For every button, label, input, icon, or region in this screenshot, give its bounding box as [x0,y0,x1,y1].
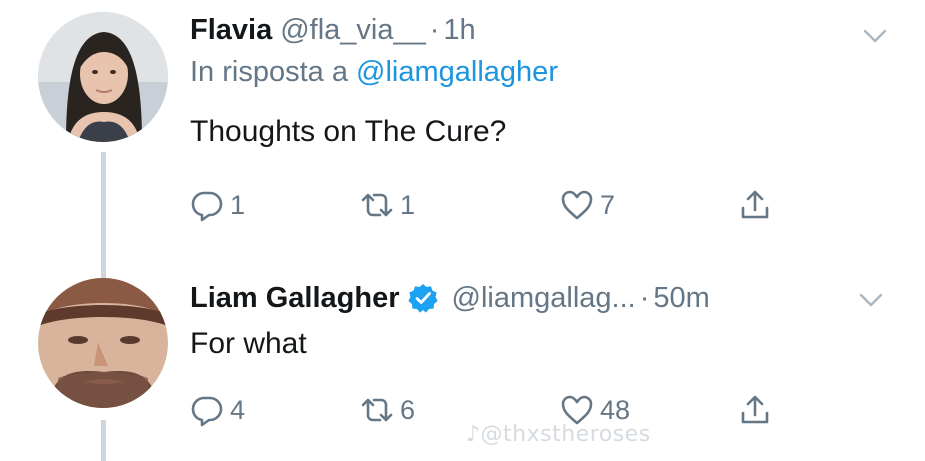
retweet-count: 6 [400,394,416,425]
mention-link[interactable]: @liamgallagher [356,56,558,88]
watermark: ♪@thxstheroses [466,422,651,447]
avatar-image [38,278,168,408]
display-name[interactable]: Liam Gallagher [190,278,400,318]
separator-dot: · [429,14,440,46]
avatar[interactable] [38,278,168,408]
retweet-icon [360,188,394,222]
chevron-down-icon [859,293,883,307]
tweet[interactable]: Liam Gallagher @liamgallag... · 50m For … [190,278,885,427]
tweet-actions: 1 1 7 [190,185,830,225]
reply-button[interactable]: 4 [190,390,245,430]
tweet-menu-button[interactable] [862,26,888,46]
chevron-down-icon [863,29,887,43]
like-button[interactable]: 7 [560,185,615,225]
avatar-image [38,12,168,142]
thread-connector-line [101,152,106,278]
display-name[interactable]: Flavia [190,10,272,50]
reply-icon [190,188,224,222]
retweet-count: 1 [400,189,416,220]
share-icon [738,393,772,427]
timestamp[interactable]: 1h [443,10,475,50]
tweet-menu-button[interactable] [858,290,884,310]
reply-icon [190,393,224,427]
heart-icon [560,188,594,222]
like-count: 7 [600,189,616,220]
reply-count: 1 [230,189,246,220]
separator-dot: · [639,282,650,314]
user-handle[interactable]: @fla_via__ [280,10,426,50]
like-count: 48 [600,394,631,425]
retweet-icon [360,393,394,427]
reply-prefix: In risposta a [190,56,348,88]
timestamp[interactable]: 50m [653,278,709,318]
share-button[interactable] [738,185,772,225]
thread-connector-line [101,420,106,461]
tweet-header: Liam Gallagher @liamgallag... · 50m [190,278,885,318]
avatar[interactable] [38,12,168,142]
tweet-header: Flavia @fla_via__ · 1h [190,10,885,50]
user-handle[interactable]: @liamgallag... [452,278,636,318]
retweet-button[interactable]: 6 [360,390,415,430]
share-button[interactable] [738,390,772,430]
reply-button[interactable]: 1 [190,185,245,225]
reply-count: 4 [230,394,246,425]
share-icon [738,188,772,222]
tweet-text: For what [190,327,307,360]
tweet[interactable]: Flavia @fla_via__ · 1h In risposta a @li… [190,10,885,222]
reply-context: In risposta a @liamgallagher [190,52,885,92]
verified-badge-icon [407,283,438,313]
retweet-button[interactable]: 1 [360,185,415,225]
tweet-text: Thoughts on The Cure? [190,115,507,148]
